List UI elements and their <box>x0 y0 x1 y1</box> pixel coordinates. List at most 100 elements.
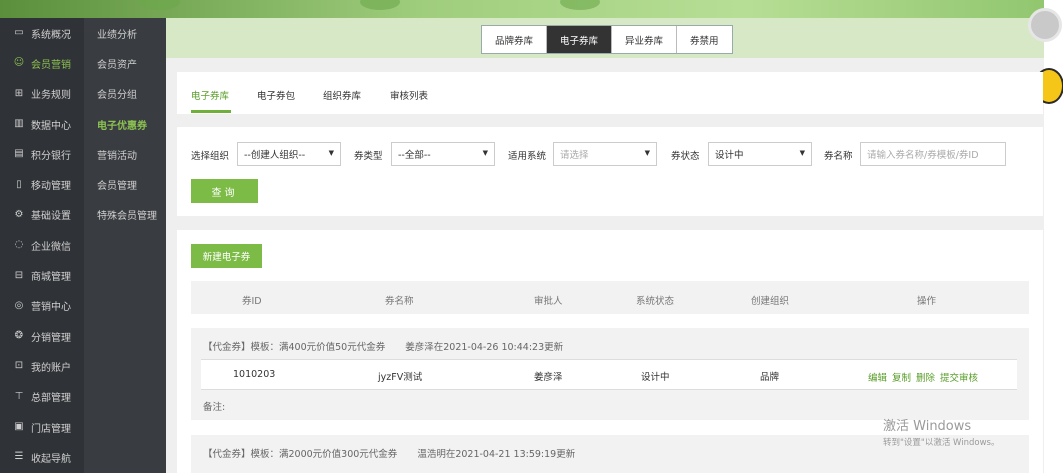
sidebar-item-label: 我的账户 <box>31 362 71 374</box>
submit-review-link[interactable]: 提交审核 <box>940 373 978 384</box>
gear-icon: ⚙ <box>14 208 24 220</box>
watermark-title: 激活 Windows <box>883 419 972 434</box>
sidebar-item-distribution[interactable]: ❂ 分销管理 <box>0 321 84 351</box>
system-select[interactable]: 请选择 ▼ <box>553 142 657 166</box>
status-select[interactable]: 设计中 ▼ <box>708 142 812 166</box>
system-select-placeholder: 请选择 <box>560 150 589 161</box>
bank-icon: ▤ <box>14 148 24 160</box>
tab-crossover-coupons[interactable]: 异业券库 <box>612 26 678 53</box>
sidebar-item-label: 门店管理 <box>31 423 71 435</box>
new-coupon-button[interactable]: 新建电子券 <box>191 244 262 268</box>
sidebar-item-wechat[interactable]: ◌ 企业微信 <box>0 230 84 260</box>
account-icon: ⊡ <box>14 360 24 372</box>
coupon-remark: 备注: <box>203 402 226 413</box>
cell-coupon-name: jyzFV测试 <box>378 372 423 383</box>
menu-icon: ☰ <box>14 451 24 463</box>
column-coupon-id: 券ID <box>242 296 262 307</box>
org-label: 选择组织 <box>191 151 230 162</box>
query-button[interactable]: 查询 <box>191 179 258 203</box>
coupon-updated: 姜彦泽在2021-04-26 10:44:23更新 <box>405 342 564 353</box>
cell-approver: 姜彦泽 <box>534 372 563 383</box>
delete-link[interactable]: 删除 <box>916 373 935 384</box>
avatar[interactable] <box>1028 8 1062 42</box>
status-select-value: 设计中 <box>715 150 744 161</box>
sidebar-primary: ▭ 系统概况 ☺ 会员营销 ⊞ 业务规则 ▥ 数据中心 ▤ 积分银行 ▯ 移动管理 ⚙ 基础设… <box>0 18 84 473</box>
sidebar-item-account[interactable]: ⊡ 我的账户 <box>0 351 84 381</box>
coupon-name-placeholder: 请输入券名称/券模板/券ID <box>867 150 979 161</box>
sidebar-item-mobile[interactable]: ▯ 移动管理 <box>0 169 84 199</box>
monitor-icon: ▭ <box>14 27 24 39</box>
bar-chart-icon: ▥ <box>14 118 24 130</box>
coupon-name-label: 券名称 <box>824 151 853 162</box>
active-tab-underline <box>191 110 231 113</box>
coupon-template: 【代金券】模板：满2000元价值300元代金券 <box>203 449 398 460</box>
sidebar-item-label: 企业微信 <box>31 241 71 253</box>
tab-brand-coupons[interactable]: 品牌券库 <box>482 26 548 53</box>
sidebar-item-label: 商城管理 <box>31 272 71 284</box>
grid-icon: ⊞ <box>14 87 24 99</box>
coupon-updated: 温浩明在2021-04-21 13:59:19更新 <box>417 449 576 460</box>
coupon-type-select[interactable]: --全部-- ▼ <box>391 142 495 166</box>
caret-down-icon: ▼ <box>328 149 334 157</box>
coupon-header: 【代金券】模板：满2000元价值300元代金券 温浩明在2021-04-21 13… <box>203 446 575 460</box>
coupon-name-input[interactable]: 请输入券名称/券模板/券ID <box>860 142 1006 166</box>
tab-org-coupon-library[interactable]: 组织券库 <box>323 88 361 102</box>
watermark-subtitle: 转到"设置"以激活 Windows。 <box>883 438 1000 448</box>
tab-e-coupon-library[interactable]: 电子券库 <box>191 88 229 102</box>
subnav-campaigns[interactable]: 营销活动 <box>84 139 166 169</box>
caret-down-icon: ▼ <box>482 149 488 157</box>
sidebar-item-points-bank[interactable]: ▤ 积分银行 <box>0 139 84 169</box>
cell-system-status: 设计中 <box>641 372 670 383</box>
sidebar-item-marketing-center[interactable]: ◎ 营销中心 <box>0 291 84 321</box>
sidebar-item-label: 收起导航 <box>31 453 71 465</box>
tab-e-coupon-package[interactable]: 电子券包 <box>257 88 295 102</box>
sidebar-item-overview[interactable]: ▭ 系统概况 <box>0 18 84 48</box>
sidebar-item-label: 数据中心 <box>31 120 71 132</box>
cell-creator-org: 品牌 <box>760 372 780 383</box>
column-coupon-name: 券名称 <box>385 296 414 307</box>
marketing-icon: ◎ <box>14 299 24 311</box>
tab-review-list[interactable]: 审核列表 <box>390 88 428 102</box>
wechat-icon: ◌ <box>14 239 24 251</box>
sidebar-secondary: 业绩分析 会员资产 会员分组 电子优惠券 营销活动 会员管理 特殊会员管理 <box>84 18 166 473</box>
sidebar-item-label: 营销中心 <box>31 302 71 314</box>
subnav-member-groups[interactable]: 会员分组 <box>84 79 166 109</box>
coupon-header: 【代金券】模板：满400元价值50元代金券 姜彦泽在2021-04-26 10:4… <box>203 339 563 353</box>
subnav-e-coupons[interactable]: 电子优惠券 <box>84 109 166 139</box>
table-header: 券ID 券名称 审批人 系统状态 创建组织 操作 <box>191 281 1029 314</box>
tab-e-coupons[interactable]: 电子券库 <box>547 26 613 53</box>
copy-link[interactable]: 复制 <box>892 373 911 384</box>
sidebar-item-store[interactable]: ▣ 门店管理 <box>0 412 84 442</box>
sub-tabs: 电子券库 电子券包 组织券库 审核列表 <box>177 72 1043 114</box>
sidebar-item-settings[interactable]: ⚙ 基础设置 <box>0 200 84 230</box>
sidebar-item-label: 分销管理 <box>31 332 71 344</box>
coupon-template: 【代金券】模板：满400元价值50元代金券 <box>203 342 386 353</box>
cell-coupon-id: 1010203 <box>233 369 276 380</box>
content-header: 品牌券库 电子券库 异业券库 券禁用 <box>166 18 1044 58</box>
column-approver: 审批人 <box>534 296 563 307</box>
subnav-member-management[interactable]: 会员管理 <box>84 169 166 199</box>
sidebar-item-label: 会员营销 <box>31 59 71 71</box>
filter-panel: 选择组织 --创建人组织-- ▼ 券类型 --全部-- ▼ 适用系统 请选择 ▼… <box>177 127 1043 216</box>
top-banner <box>0 0 1063 18</box>
sidebar-item-business-rules[interactable]: ⊞ 业务规则 <box>0 79 84 109</box>
mobile-icon: ▯ <box>16 178 22 190</box>
subnav-special-members[interactable]: 特殊会员管理 <box>84 200 166 230</box>
subnav-performance[interactable]: 业绩分析 <box>84 18 166 48</box>
sidebar-item-headquarters[interactable]: ⊤ 总部管理 <box>0 382 84 412</box>
sidebar-item-label: 业务规则 <box>31 90 71 102</box>
org-select[interactable]: --创建人组织-- ▼ <box>237 142 341 166</box>
shop-icon: ⊟ <box>14 269 24 281</box>
sidebar-item-shop[interactable]: ⊟ 商城管理 <box>0 260 84 290</box>
sidebar-item-label: 系统概况 <box>31 29 71 41</box>
subnav-member-assets[interactable]: 会员资产 <box>84 48 166 78</box>
status-label: 券状态 <box>671 151 700 162</box>
sidebar-item-collapse[interactable]: ☰ 收起导航 <box>0 442 84 472</box>
caret-down-icon: ▼ <box>644 149 650 157</box>
column-system-status: 系统状态 <box>636 296 675 307</box>
sidebar-item-data-center[interactable]: ▥ 数据中心 <box>0 109 84 139</box>
tab-coupon-disabled[interactable]: 券禁用 <box>677 26 732 53</box>
sidebar-item-label: 移动管理 <box>31 181 71 193</box>
edit-link[interactable]: 编辑 <box>868 373 887 384</box>
sidebar-item-member-marketing[interactable]: ☺ 会员营销 <box>0 48 84 78</box>
